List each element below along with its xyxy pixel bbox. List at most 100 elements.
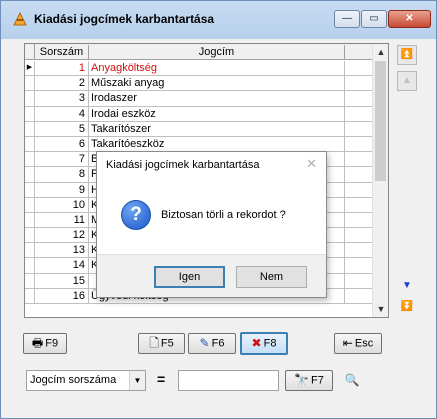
row-extra [345,106,373,121]
confirm-dialog: Kiadási jogcímek karbantartása ✕ ? Bizto… [96,151,327,298]
grid-header: Sorszám Jogcím [25,44,373,60]
table-row[interactable]: 2 Műszaki anyag [25,76,373,92]
minimize-button[interactable]: — [334,10,360,28]
new-record-button[interactable]: 🗋 F5 [138,333,185,354]
dialog-title: Kiadási jogcímek karbantartása [106,159,260,171]
title-bar[interactable]: Kiadási jogcímek karbantartása — ▭ ✕ [1,1,436,39]
close-button[interactable]: ✕ [388,10,431,28]
row-number: 2 [35,76,89,91]
row-number: 8 [35,167,89,182]
row-number: 13 [35,243,89,258]
dialog-close-icon[interactable]: ✕ [306,156,317,172]
row-indicator [25,167,35,182]
row-indicator [25,288,35,303]
scroll-up-arrow-icon[interactable]: ▲ [373,44,388,60]
exit-door-icon: ⇤ [342,336,353,350]
row-name: Takarítóeszköz [89,136,345,152]
row-extra [345,212,373,228]
maximize-button[interactable]: ▭ [361,10,387,28]
chevron-down-icon[interactable]: ▼ [129,371,145,390]
row-extra [345,76,373,91]
row-number: 4 [35,106,89,121]
scroll-down-arrow-icon[interactable]: ▼ [373,301,388,317]
table-row[interactable]: 6 Takarítóeszköz [25,136,373,153]
filter-field-value: Jogcím sorszáma [30,374,117,386]
row-number: 15 [35,273,89,288]
row-indicator: ▶ [25,61,35,76]
row-number: 10 [35,197,89,212]
row-name: Anyagköltség [89,61,345,76]
yes-button[interactable]: Igen [154,266,225,288]
column-header-name[interactable]: Jogcím [89,45,345,59]
dialog-footer: Igen Nem [97,254,326,297]
row-extra [345,258,373,273]
print-button[interactable]: 🖶 F9 [23,333,67,354]
delete-record-button[interactable]: ✖ F8 [240,332,288,355]
row-number: 3 [35,91,89,106]
window-title: Kiadási jogcímek karbantartása [34,12,215,26]
table-row[interactable]: 3 Irodaszer [25,91,373,107]
print-button-label: F9 [45,337,59,350]
row-extra [345,152,373,167]
search-button[interactable]: 🔭 F7 [285,370,333,391]
row-number: 11 [35,212,89,228]
header-indicator-cell [25,44,35,60]
row-extra [345,61,373,76]
printer-icon: 🖶 [31,336,44,350]
row-indicator [25,258,35,273]
row-number: 5 [35,121,89,136]
row-extra [345,121,373,136]
row-number: 9 [35,182,89,197]
row-name: Takarítószer [89,121,345,136]
main-window: Kiadási jogcímek karbantartása — ▭ ✕ Sor… [0,0,437,419]
first-record-icon[interactable]: ⏫ [397,45,417,65]
row-extra [345,288,373,303]
table-row[interactable]: 5 Takarítószer [25,121,373,137]
row-indicator [25,152,35,167]
last-record-icon[interactable]: ⏬ [397,297,417,317]
edit-record-button[interactable]: ✎ F6 [188,333,236,354]
prev-record-icon[interactable]: ▲ [397,71,417,91]
row-extra [345,228,373,243]
vertical-scrollbar[interactable]: ▲ ▼ [372,44,388,317]
new-document-icon: 🗋 [149,336,159,350]
row-indicator [25,212,35,228]
filter-value-input[interactable] [178,370,279,391]
table-row[interactable]: ▶ 1 Anyagköltség [25,61,373,77]
row-indicator [25,106,35,121]
no-button[interactable]: Nem [236,266,307,288]
row-extra [345,136,373,152]
binoculars-icon: 🔭 [294,373,310,387]
row-number: 7 [35,152,89,167]
table-row[interactable]: 4 Irodai eszköz [25,106,373,122]
app-icon [13,11,27,26]
delete-icon: ✖ [251,336,262,350]
row-extra [345,91,373,106]
search-next-button[interactable]: 🔍 [337,370,369,391]
exit-button[interactable]: ⇤ Esc [334,333,382,354]
row-extra [345,197,373,212]
row-name: Irodaszer [89,91,345,106]
row-number: 12 [35,228,89,243]
row-indicator [25,76,35,91]
row-indicator [25,243,35,258]
row-indicator [25,121,35,136]
row-name: Műszaki anyag [89,76,345,91]
scroll-thumb[interactable] [375,61,386,181]
row-indicator [25,136,35,152]
new-button-label: F5 [160,337,174,350]
filter-field-select[interactable]: Jogcím sorszáma ▼ [26,370,146,391]
row-extra [345,167,373,182]
edit-button-label: F6 [211,337,225,350]
row-number: 16 [35,288,89,303]
row-indicator [25,228,35,243]
edit-icon: ✎ [199,336,210,350]
column-header-number[interactable]: Sorszám [35,45,89,59]
next-record-icon[interactable]: ▼ [397,276,417,296]
column-header-extra[interactable] [345,45,373,59]
row-number: 6 [35,136,89,152]
binoculars-next-icon: 🔍 [344,373,360,387]
row-number: 1 [35,61,89,76]
row-indicator [25,91,35,106]
row-number: 14 [35,258,89,273]
